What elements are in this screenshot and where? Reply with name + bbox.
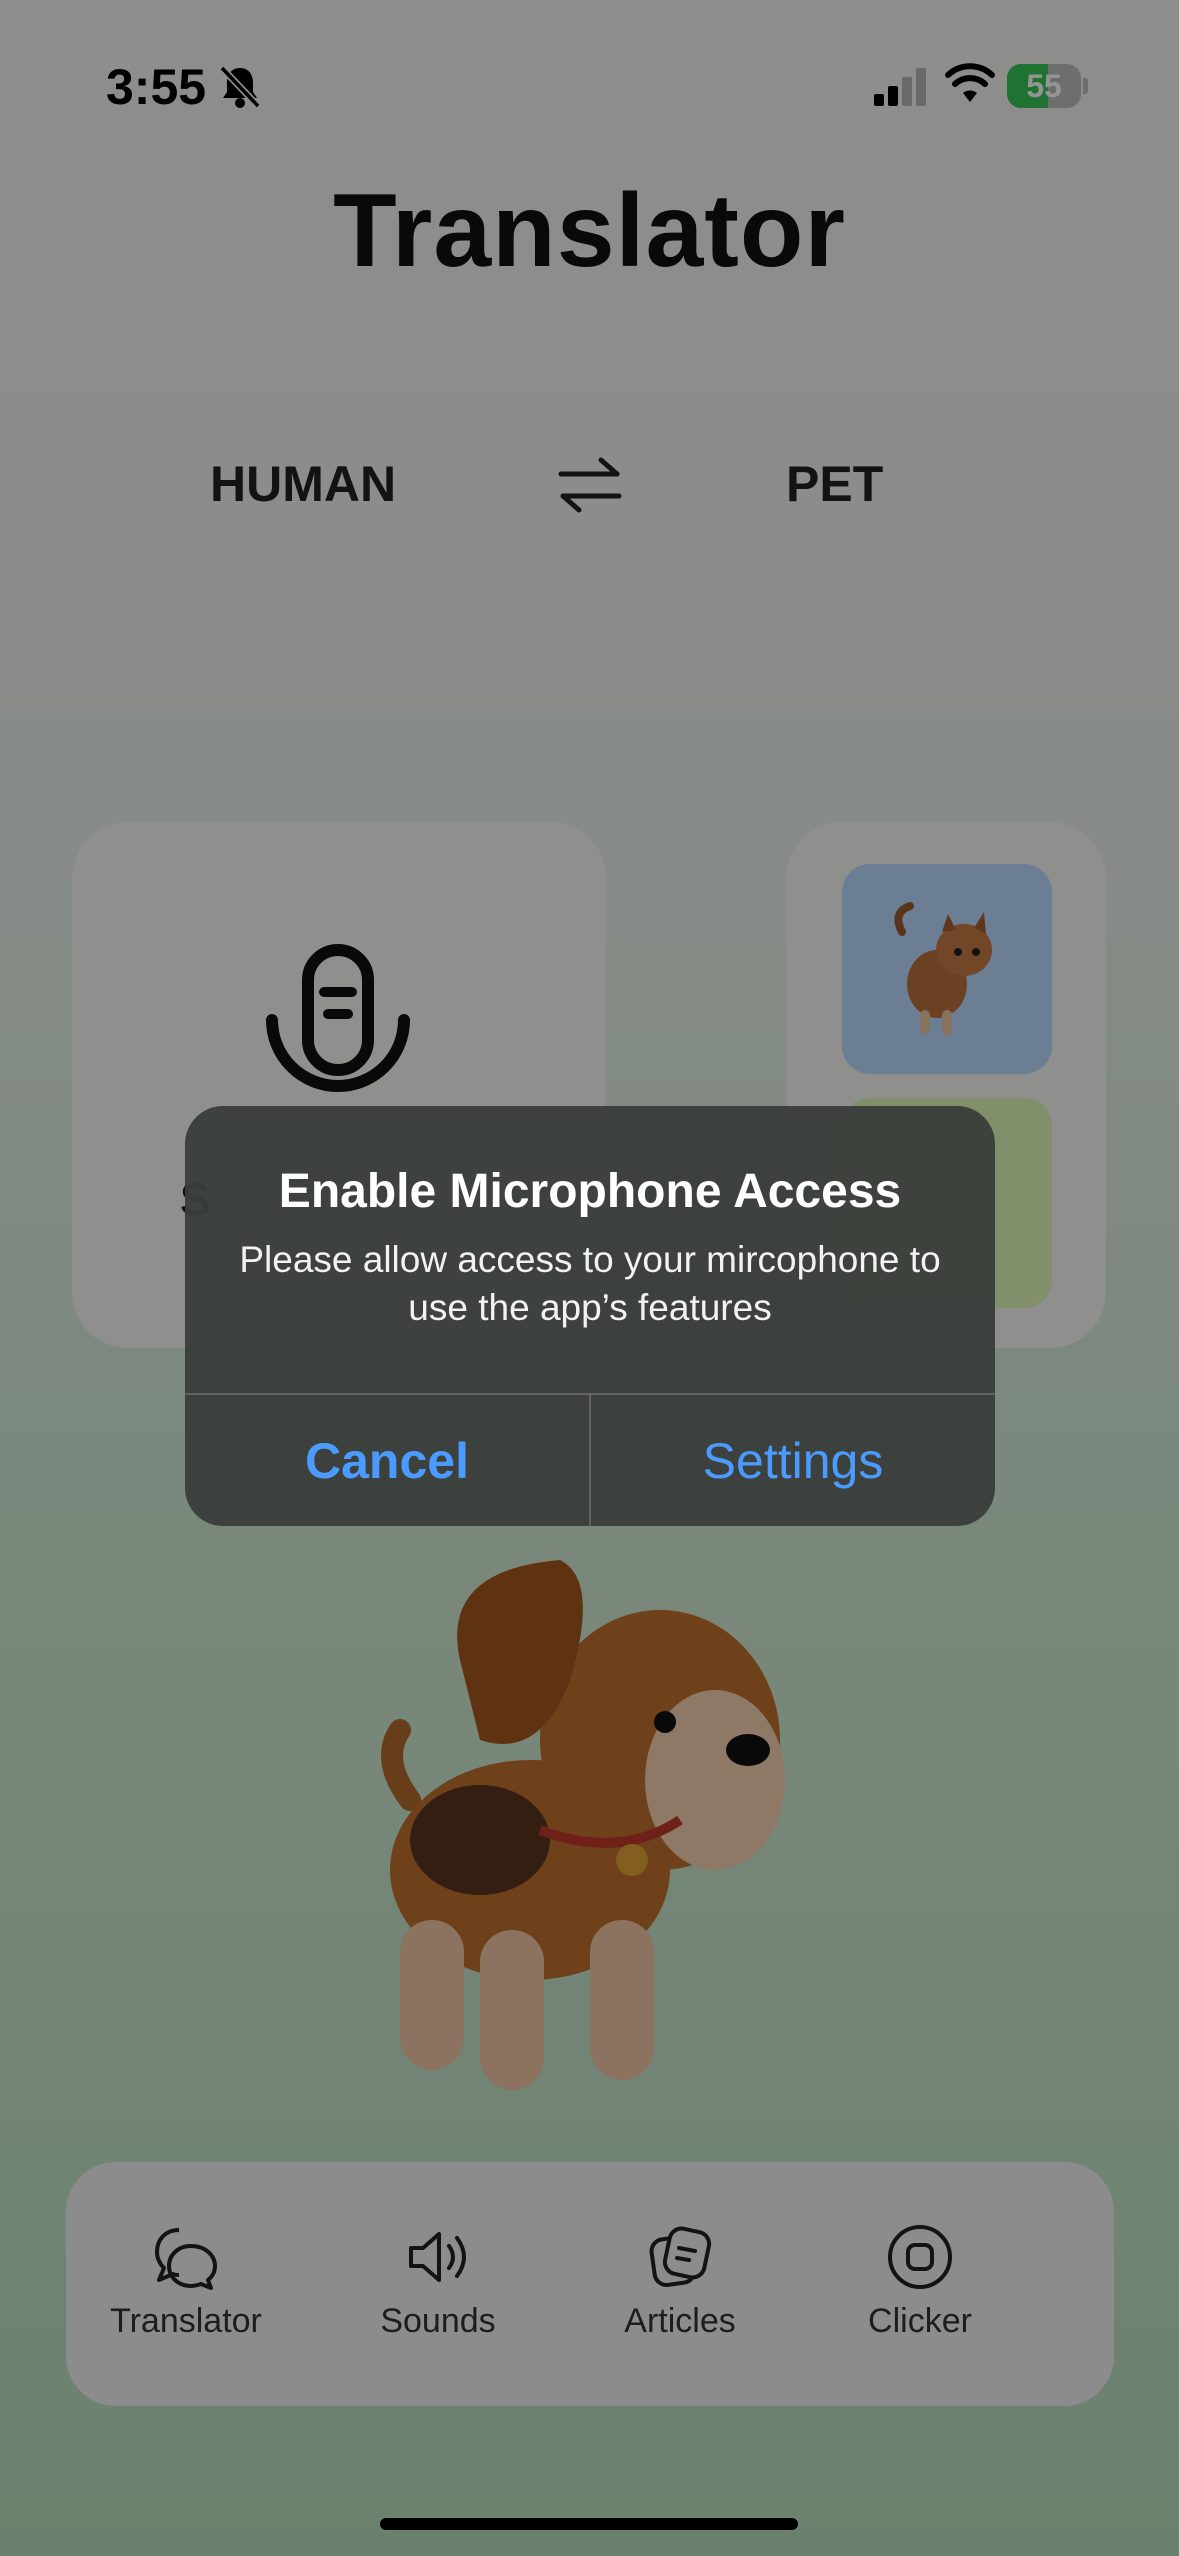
cancel-button[interactable]: Cancel [185, 1396, 589, 1526]
settings-button[interactable]: Settings [591, 1396, 995, 1526]
alert-message: Please allow access to your mircophone t… [239, 1239, 941, 1328]
microphone-permission-alert: Enable Microphone Access Please allow ac… [185, 1106, 995, 1526]
alert-title: Enable Microphone Access [278, 1165, 902, 1218]
